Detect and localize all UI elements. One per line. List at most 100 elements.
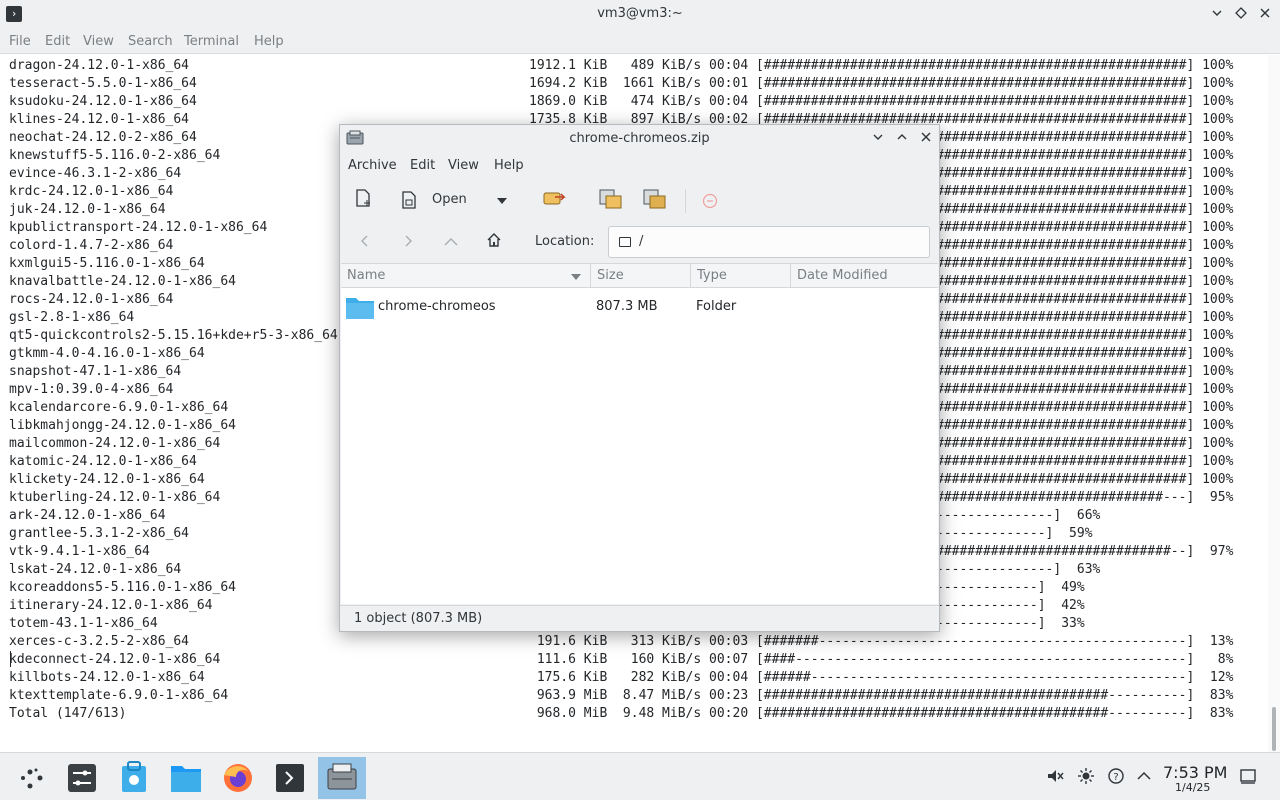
terminal-line-package: mailcommon-24.12.0-1-x86_64 (9, 436, 221, 451)
terminal-line-package: katomic-24.12.0-1-x86_64 (9, 454, 197, 469)
menu-terminal[interactable]: Terminal (184, 34, 239, 49)
ark-toolbar: Open (340, 179, 939, 223)
add-folder-button[interactable] (642, 187, 670, 215)
ark-menu-view[interactable]: View (448, 158, 479, 173)
column-header-size[interactable]: Size (591, 264, 691, 288)
home-button[interactable] (481, 231, 507, 255)
show-desktop-icon[interactable] (1238, 767, 1258, 787)
location-input[interactable]: / (608, 226, 930, 258)
taskbar-terminal[interactable] (266, 757, 314, 799)
ark-navbar: Location: / (340, 225, 939, 261)
close-icon[interactable] (1254, 4, 1276, 26)
terminal-line-package: totem-43.1-1-x86_64 (9, 616, 158, 631)
terminal-line-package: dragon-24.12.0-1-x86_64 (9, 58, 190, 73)
up-button[interactable] (438, 231, 464, 255)
forward-button[interactable] (395, 231, 421, 255)
ark-menu-archive[interactable]: Archive (348, 158, 397, 173)
new-archive-button[interactable] (352, 187, 378, 215)
terminal-line-package: knavalbattle-24.12.0-1-x86_64 (9, 274, 236, 289)
terminal-line-package: tesseract-5.5.0-1-x86_64 (9, 76, 197, 91)
terminal-line-package: snapshot-47.1-1-x86_64 (9, 364, 182, 379)
open-button[interactable]: Open (396, 187, 516, 215)
back-button[interactable] (352, 231, 378, 255)
taskbar-firefox[interactable] (214, 757, 262, 799)
dropdown-arrow-icon[interactable] (496, 195, 508, 207)
folder-icon (619, 237, 631, 247)
archive-file-list[interactable]: Name Size Type Date Modified chrome-chro… (341, 263, 938, 604)
column-header-name[interactable]: Name (341, 264, 591, 288)
terminal-line-package: ktuberling-24.12.0-1-x86_64 (9, 490, 221, 505)
discover-icon (122, 761, 146, 792)
terminal-line-progress: 111.6 KiB 160 KiB/s 00:07 [####---------… (529, 652, 1234, 667)
ark-statusbar: 1 object (807.3 MB) (340, 605, 939, 631)
menu-edit[interactable]: Edit (45, 34, 70, 49)
terminal-line-package: kcoreaddons5-5.116.0-1-x86_64 (9, 580, 236, 595)
network-disconnected-icon[interactable]: ? (1106, 767, 1126, 787)
scrollbar-thumb[interactable] (1272, 707, 1276, 751)
minimize-icon[interactable] (1206, 4, 1228, 26)
add-files-icon (599, 189, 622, 209)
add-folder-icon (643, 189, 666, 209)
ark-menu-help[interactable]: Help (494, 158, 524, 173)
application-launcher-button[interactable] (10, 757, 58, 799)
folder-icon (346, 298, 374, 319)
open-label: Open (432, 192, 467, 207)
terminal-line-package: klines-24.12.0-1-x86_64 (9, 112, 190, 127)
clock-time[interactable]: 7:53 PM (1163, 763, 1227, 782)
terminal-line-package: ktexttemplate-6.9.0-1-x86_64 (9, 688, 229, 703)
brightness-icon[interactable] (1076, 767, 1096, 787)
taskbar-file-manager[interactable] (162, 757, 210, 799)
add-files-button[interactable] (598, 187, 626, 215)
settings-icon (68, 764, 96, 792)
ark-close-icon[interactable] (915, 128, 937, 150)
terminal-line-package: knewstuff5-5.116.0-2-x86_64 (9, 148, 221, 163)
terminal-line-package: kdeconnect-24.12.0-1-x86_64 (9, 652, 221, 667)
menu-help[interactable]: Help (254, 34, 284, 49)
column-header-date-modified[interactable]: Date Modified (791, 264, 938, 288)
taskbar-discover[interactable] (110, 757, 158, 799)
menu-file[interactable]: File (9, 34, 31, 49)
terminal-line-progress: 191.6 KiB 313 KiB/s 00:03 [#######------… (529, 634, 1234, 649)
terminal-line-package: kxmlgui5-5.116.0-1-x86_64 (9, 256, 205, 271)
status-text: 1 object (807.3 MB) (354, 611, 483, 626)
table-row[interactable]: chrome-chromeos 807.3 MB Folder (341, 292, 938, 322)
forward-icon (405, 235, 412, 247)
taskbar: ? 7:53 PM 1/4/25 (0, 752, 1280, 800)
terminal-line-package: juk-24.12.0-1-x86_64 (9, 202, 166, 217)
extract-button[interactable] (541, 187, 569, 215)
terminal-icon (276, 764, 304, 792)
terminal-scrollbar[interactable] (1268, 55, 1280, 752)
terminal-line-progress: 963.9 MiB 8.47 MiB/s 00:23 [############… (529, 688, 1234, 703)
extract-icon (543, 192, 566, 205)
terminal-line-package: killbots-24.12.0-1-x86_64 (9, 670, 205, 685)
menu-view[interactable]: View (83, 34, 114, 49)
ark-menubar: Archive Edit View Help (340, 153, 939, 177)
terminal-line-package: vtk-9.4.1-1-x86_64 (9, 544, 150, 559)
terminal-line-package: colord-1.4.7-2-x86_64 (9, 238, 174, 253)
open-document-icon (402, 191, 416, 209)
file-list-header: Name Size Type Date Modified (341, 264, 938, 288)
svg-text:?: ? (1113, 772, 1118, 783)
terminal-line-package: grantlee-5.3.1-2-x86_64 (9, 526, 190, 541)
maximize-icon[interactable] (1230, 4, 1252, 26)
show-hidden-icons-icon[interactable] (1134, 767, 1154, 787)
launcher-icon (21, 768, 43, 789)
taskbar-ark[interactable] (318, 757, 366, 799)
ark-icon (327, 763, 357, 790)
location-path: / (639, 234, 644, 249)
column-header-type[interactable]: Type (691, 264, 791, 288)
terminal-line-progress: 1694.2 KiB 1661 KiB/s 00:01 [###########… (529, 76, 1234, 91)
taskbar-system-settings[interactable] (58, 757, 106, 799)
terminal-titlebar: › vm3@vm3:~ (0, 0, 1280, 30)
terminal-line-package: mpv-1:0.39.0-4-x86_64 (9, 382, 174, 397)
menu-search[interactable]: Search (128, 34, 173, 49)
volume-muted-icon[interactable] (1045, 767, 1065, 787)
ark-minimize-icon[interactable] (867, 128, 889, 150)
ark-maximize-icon[interactable] (891, 128, 913, 150)
terminal-line-package: Total (147/613) (9, 706, 127, 721)
clock-date[interactable]: 1/4/25 (1175, 781, 1210, 794)
delete-button[interactable] (702, 187, 726, 215)
ark-menu-edit[interactable]: Edit (410, 158, 435, 173)
mouse-cursor (10, 651, 12, 667)
terminal-line-package: klickety-24.12.0-1-x86_64 (9, 472, 205, 487)
